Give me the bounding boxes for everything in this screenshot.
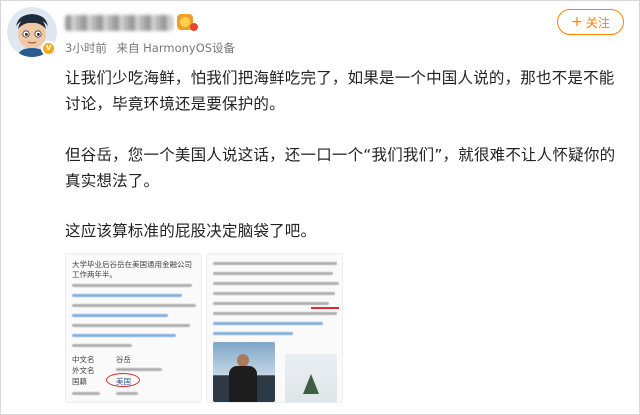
- post-image-1[interactable]: 大学毕业后谷岳在美国通用金融公司工作两年半。 中文名 谷岳 外文名 国籍 美国: [65, 253, 202, 403]
- post-paragraph-1: 让我们少吃海鲜，怕我们把海鲜吃完了，如果是一个中国人说的，那也不是不能讨论，毕竟…: [65, 69, 615, 113]
- row-label-nationality: 国籍: [72, 377, 87, 386]
- post-paragraph-2: 但谷岳，您一个美国人说这话，还一口一个“我们我们”，就很难不让人怀疑你的真实想法…: [65, 146, 616, 190]
- post-image-2[interactable]: [206, 253, 343, 403]
- tree-shape: [303, 374, 319, 394]
- row-label-foreign-name: 外文名: [72, 366, 95, 375]
- follow-button-label: 关注: [585, 15, 610, 30]
- post-time[interactable]: 3小时前: [65, 41, 107, 55]
- username-blurred[interactable]: [65, 15, 173, 31]
- image-intro-text: 大学毕业后谷岳在美国通用金融公司工作两年半。: [72, 260, 192, 279]
- member-level-dot: [190, 23, 198, 31]
- plus-icon: +: [571, 14, 583, 30]
- red-annotation-underline: [311, 307, 339, 309]
- post-source: 来自 HarmonyOS设备: [116, 41, 236, 55]
- weibo-post-card: v 3小时前 来自 HarmonyOS设备 + 关注 让我们少吃海鲜，怕我们把海…: [0, 0, 640, 415]
- row-label-chinese-name: 中文名: [72, 355, 95, 364]
- follow-button[interactable]: + 关注: [557, 9, 624, 35]
- row-value-chinese-name: 谷岳: [116, 355, 131, 364]
- post-meta: 3小时前 来自 HarmonyOS设备: [65, 40, 241, 56]
- person-figure: [229, 354, 257, 402]
- post-paragraph-3: 这应该算标准的屁股决定脑袋了吧。: [65, 222, 317, 240]
- red-annotation-circle: [106, 373, 140, 387]
- verified-badge-icon: v: [41, 41, 56, 56]
